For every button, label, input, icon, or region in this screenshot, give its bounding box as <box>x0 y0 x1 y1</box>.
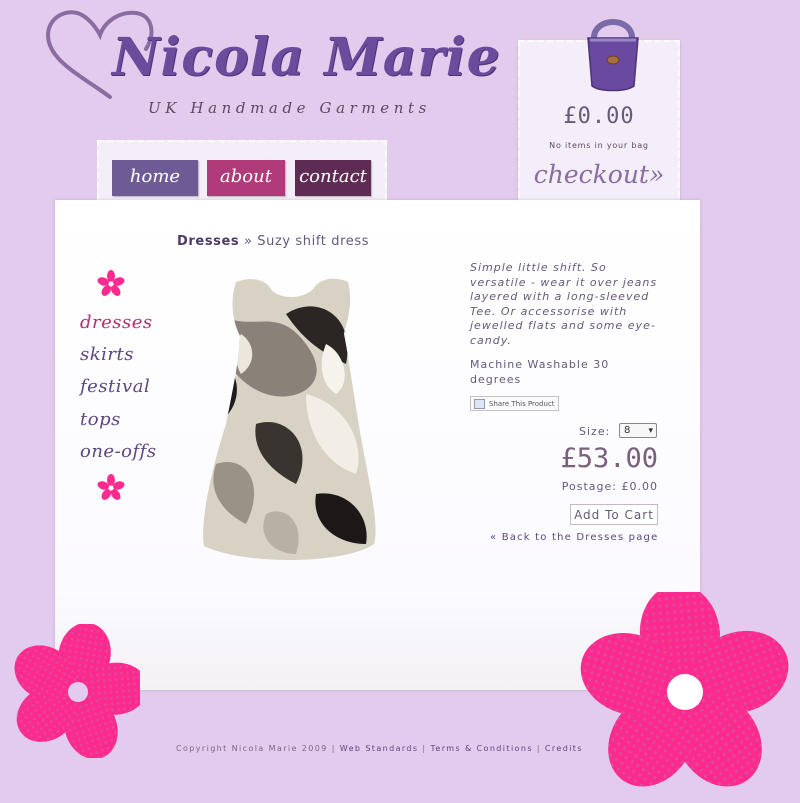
product-price: £53.00 <box>560 443 658 474</box>
site-tagline: UK Handmade Garments <box>148 99 431 117</box>
nav-about[interactable]: about <box>207 160 285 196</box>
footer-link-credits[interactable]: Credits <box>545 744 583 753</box>
bag-total: £0.00 <box>563 104 635 129</box>
footer-separator: | <box>418 744 431 753</box>
shopping-bag-panel: £0.00 No items in your bag checkout» <box>518 19 680 218</box>
product-description: Simple little shift. So versatile - wear… <box>470 261 658 347</box>
size-label: Size: <box>579 425 611 438</box>
product-image[interactable] <box>196 274 386 566</box>
category-dresses[interactable]: dresses <box>80 312 153 333</box>
footer-separator: | <box>532 744 545 753</box>
flower-icon <box>97 474 125 500</box>
size-select[interactable]: 8 ▾ <box>619 423 657 438</box>
share-icon <box>474 399 485 409</box>
flower-icon <box>97 270 125 296</box>
share-label: Share This Product <box>489 400 555 408</box>
product-care: Machine Washable 30 degrees <box>470 358 610 386</box>
nav-contact[interactable]: contact <box>295 160 371 196</box>
checkout-link[interactable]: checkout» <box>520 160 678 189</box>
nav-home[interactable]: home <box>112 160 198 196</box>
footer: Copyright Nicola Marie 2009 | Web Standa… <box>176 744 583 753</box>
crochet-flower-icon <box>14 624 140 758</box>
bag-items-count: No items in your bag <box>549 141 649 150</box>
category-festival[interactable]: festival <box>80 376 150 397</box>
site-title: Nicola Marie <box>112 27 501 88</box>
breadcrumb-dresses-link[interactable]: Dresses <box>177 234 239 249</box>
copyright: Copyright Nicola Marie 2009 <box>176 744 328 753</box>
footer-link-web-standards[interactable]: Web Standards <box>340 744 419 753</box>
site-logo[interactable]: Nicola Marie UK Handmade Garments <box>40 5 500 125</box>
category-skirts[interactable]: skirts <box>80 344 134 365</box>
postage: Postage: £0.00 <box>561 480 658 493</box>
add-to-cart-button[interactable]: Add To Cart <box>570 504 658 525</box>
breadcrumb-separator: » <box>239 234 258 249</box>
category-one-offs[interactable]: one-offs <box>80 441 157 462</box>
footer-separator: | <box>327 744 340 753</box>
size-value: 8 <box>624 425 631 436</box>
handbag-icon[interactable] <box>576 10 650 94</box>
share-button[interactable]: Share This Product <box>470 396 559 411</box>
breadcrumb-current: Suzy shift dress <box>257 234 370 249</box>
breadcrumb: Dresses » Suzy shift dress <box>177 234 369 249</box>
back-to-dresses-link[interactable]: « Back to the Dresses page <box>490 532 658 543</box>
chevron-down-icon: ▾ <box>648 426 653 436</box>
category-tops[interactable]: tops <box>80 409 121 430</box>
footer-link-terms[interactable]: Terms & Conditions <box>430 744 532 753</box>
crochet-flower-icon <box>580 592 789 787</box>
